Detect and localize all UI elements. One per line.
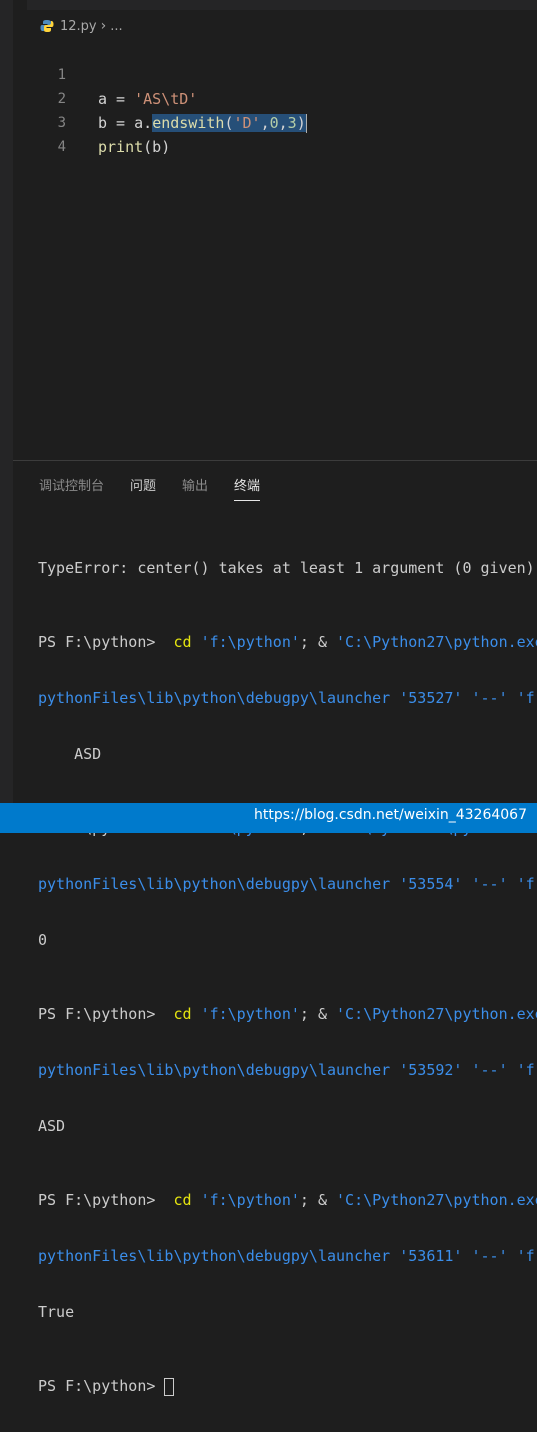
code-line: 1 a = 'AS\tD'	[13, 39, 537, 108]
dashdash-string: '--'	[471, 1247, 508, 1265]
terminal-line: pythonFiles\lib\python\debugpy\launcher …	[38, 1246, 537, 1266]
terminal-line: ASD	[38, 1116, 537, 1136]
port-string: '53592'	[399, 1061, 463, 1079]
error-text: TypeError: center() takes at least 1 arg…	[38, 559, 535, 577]
separator: ; &	[299, 1005, 337, 1023]
exe-string: 'C:\Python27\python.exe'	[336, 633, 537, 651]
command: cd	[164, 1191, 201, 1209]
program-output: True	[38, 1303, 75, 1321]
function-name: print	[98, 138, 144, 156]
code-line: 3 print(b)	[13, 87, 537, 156]
tail-string: 'f	[516, 689, 535, 707]
tail-string: 'f	[516, 875, 535, 893]
code-text: (b)	[143, 138, 171, 156]
launcher-path: pythonFiles\lib\python\debugpy\launcher	[38, 1061, 391, 1079]
tail-string: 'f	[516, 1061, 535, 1079]
command: cd	[164, 1005, 201, 1023]
path-string: 'f:\python'	[200, 1191, 300, 1209]
tab-output[interactable]: 输出	[182, 475, 208, 501]
code-editor[interactable]: 1 a = 'AS\tD' 2 b = a.endswith('D',0,3) …	[13, 39, 537, 156]
tab-problems[interactable]: 问题	[130, 475, 156, 501]
prompt: PS F:\python>	[38, 1377, 165, 1395]
path-string: 'f:\python'	[200, 1005, 300, 1023]
dashdash-string: '--'	[471, 1061, 508, 1079]
program-output: ASD	[38, 1117, 66, 1135]
port-string: '53554'	[399, 875, 463, 893]
port-string: '53527'	[399, 689, 463, 707]
launcher-path: pythonFiles\lib\python\debugpy\launcher	[38, 1247, 391, 1265]
terminal-line: pythonFiles\lib\python\debugpy\launcher …	[38, 1060, 537, 1080]
terminal-line: True	[38, 1302, 537, 1322]
terminal-line: PS F:\python> cd 'f:\python'; & 'C:\Pyth…	[38, 1190, 537, 1210]
terminal-output[interactable]: TypeError: center() takes at least 1 arg…	[38, 522, 537, 1432]
program-output: 0	[38, 931, 48, 949]
program-output: ASD	[38, 745, 102, 763]
panel-tabs: 调试控制台 问题 输出 终端	[39, 475, 286, 501]
code-line: 4	[13, 111, 537, 155]
prompt: PS F:\python>	[38, 633, 165, 651]
tab-terminal[interactable]: 终端	[234, 475, 261, 501]
watermark: https://blog.csdn.net/weixin_43264067	[253, 807, 527, 823]
exe-string: 'C:\Python27\python.exe'	[336, 1005, 537, 1023]
terminal-line: pythonFiles\lib\python\debugpy\launcher …	[38, 874, 537, 894]
dashdash-string: '--'	[471, 875, 508, 893]
breadcrumb: 12.py › ...	[40, 15, 123, 37]
chevron-right-icon: ›	[100, 18, 107, 34]
active-tab-stub[interactable]	[13, 0, 27, 10]
terminal-line: PS F:\python>	[38, 1376, 537, 1396]
separator: ; &	[299, 633, 337, 651]
breadcrumb-symbols[interactable]: ...	[110, 19, 122, 34]
code-line: 2 b = a.endswith('D',0,3)	[13, 63, 537, 133]
terminal-line: 0	[38, 930, 537, 950]
exe-string: 'C:\Python27\python.exe'	[336, 1191, 537, 1209]
tail-string: 'f	[516, 1247, 535, 1265]
port-string: '53611'	[399, 1247, 463, 1265]
command: cd	[164, 633, 201, 651]
tab-debug-console[interactable]: 调试控制台	[39, 475, 104, 501]
terminal-line: ASD	[38, 744, 537, 764]
launcher-path: pythonFiles\lib\python\debugpy\launcher	[38, 875, 391, 893]
tab-bar	[13, 0, 537, 10]
bottom-panel: 调试控制台 问题 输出 终端 TypeError: center() takes…	[13, 460, 537, 1396]
terminal-line: PS F:\python> cd 'f:\python'; & 'C:\Pyth…	[38, 1004, 537, 1024]
launcher-path: pythonFiles\lib\python\debugpy\launcher	[38, 689, 391, 707]
terminal-line: pythonFiles\lib\python\debugpy\launcher …	[38, 688, 537, 708]
left-gutter-strip	[0, 0, 13, 833]
line-number: 4	[57, 139, 66, 155]
terminal-line: PS F:\python> cd 'f:\python'; & 'C:\Pyth…	[38, 632, 537, 652]
dashdash-string: '--'	[471, 689, 508, 707]
prompt: PS F:\python>	[38, 1191, 165, 1209]
prompt: PS F:\python>	[38, 1005, 165, 1023]
python-file-icon	[40, 19, 54, 33]
separator: ; &	[299, 1191, 337, 1209]
path-string: 'f:\python'	[200, 633, 300, 651]
terminal-cursor	[164, 1377, 175, 1396]
breadcrumb-file[interactable]: 12.py	[60, 19, 97, 34]
terminal-line: TypeError: center() takes at least 1 arg…	[38, 558, 537, 578]
